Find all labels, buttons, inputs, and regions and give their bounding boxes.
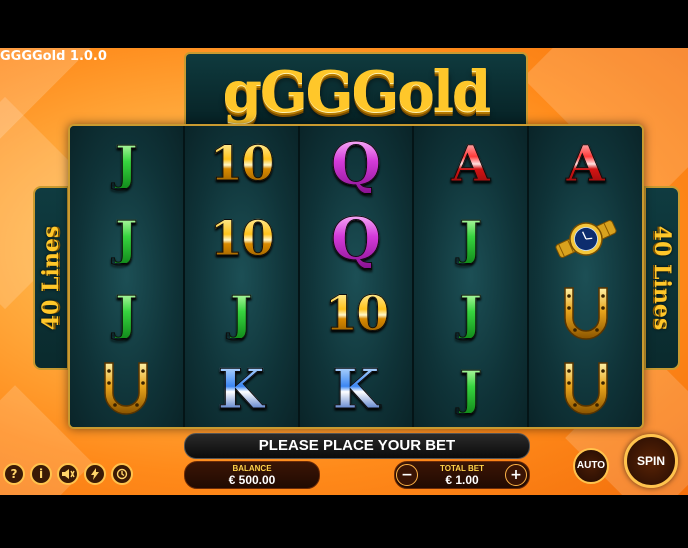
reel-cell: A: [414, 126, 527, 201]
balance-value: € 500.00: [228, 473, 276, 487]
symbol-q: Q: [330, 204, 382, 273]
symbol-j: J: [459, 286, 483, 343]
reel-cell: 10: [185, 126, 298, 201]
horseshoe-symbol: [563, 362, 608, 416]
history-button[interactable]: [111, 463, 133, 485]
symbol-a: A: [566, 133, 606, 193]
game-stage: GGGGold 1.0.0 gGGGold 40 Lines 40 Lines …: [0, 0, 688, 548]
balance-display: BALANCE € 500.00: [184, 461, 320, 489]
lines-label: 40 Lines: [649, 225, 676, 331]
help-button[interactable]: ?: [3, 463, 25, 485]
autoplay-button[interactable]: AUTO: [573, 448, 609, 484]
symbol-q: Q: [330, 129, 382, 198]
symbol-j: J: [229, 286, 253, 343]
symbol-10: 10: [209, 210, 275, 267]
symbol-a: A: [451, 133, 491, 193]
sound-icon: [62, 469, 75, 479]
reel-cell: Q: [300, 126, 413, 201]
reel-cell: [529, 352, 642, 427]
symbol-j: J: [115, 286, 139, 343]
horseshoe-symbol: [563, 287, 608, 340]
reel-2: 10 10 J K: [184, 126, 300, 427]
reel-cell: [529, 201, 642, 276]
reel-cell: Q: [300, 201, 413, 276]
info-button[interactable]: i: [30, 463, 52, 485]
turbo-button[interactable]: [84, 463, 106, 485]
reel-1: JJJ: [70, 126, 185, 427]
logo-text: gGGGold: [222, 59, 491, 125]
reel-cell: J: [414, 201, 527, 276]
message-bar: PLEASE PLACE YOUR BET: [184, 433, 530, 459]
symbol-j: J: [459, 210, 483, 267]
symbol-k: K: [217, 357, 265, 422]
history-icon: [116, 468, 128, 480]
reel-cell: J: [70, 201, 183, 276]
reel-cell: 10: [185, 201, 298, 276]
reel-cell: 10: [300, 277, 413, 352]
spin-button[interactable]: SPIN: [624, 434, 678, 488]
lines-panel-left: 40 Lines: [33, 186, 69, 370]
version-label: GGGGold 1.0.0: [0, 49, 107, 64]
reel-cell: A: [529, 126, 642, 201]
watch-symbol: [555, 219, 617, 258]
reel-grid: J J J 10 10 J K Q Q 10 K A J J J A: [68, 124, 644, 429]
symbol-10: 10: [324, 286, 390, 343]
reel-cell: J: [414, 352, 527, 427]
game-logo: gGGGold: [184, 52, 528, 128]
symbol-j: J: [115, 135, 139, 192]
sound-button[interactable]: [57, 463, 79, 485]
symbol-j: J: [459, 361, 483, 418]
reel-cell: J: [414, 277, 527, 352]
reel-cell: K: [185, 352, 298, 427]
reel-cell: [529, 277, 642, 352]
bet-decrease-button[interactable]: −: [396, 464, 418, 486]
help-icon: ?: [10, 467, 18, 481]
lines-label: 40 Lines: [38, 225, 65, 331]
lines-panel-right: 40 Lines: [644, 186, 680, 370]
reel-cell: J: [70, 277, 183, 352]
reel-5: A: [529, 126, 642, 427]
reel-cell: J: [70, 126, 183, 201]
symbol-j: J: [115, 210, 139, 267]
symbol-10: 10: [209, 135, 275, 192]
reel-3: Q Q 10 K: [299, 126, 415, 427]
info-icon: i: [38, 467, 44, 481]
turbo-icon: [91, 468, 99, 480]
horseshoe-symbol: [104, 362, 149, 416]
bet-increase-button[interactable]: +: [505, 464, 527, 486]
reel-cell: J: [185, 277, 298, 352]
reel-cell: K: [300, 352, 413, 427]
reel-cell: [70, 352, 183, 427]
reel-4: AJJJ: [414, 126, 530, 427]
symbol-k: K: [332, 357, 380, 422]
